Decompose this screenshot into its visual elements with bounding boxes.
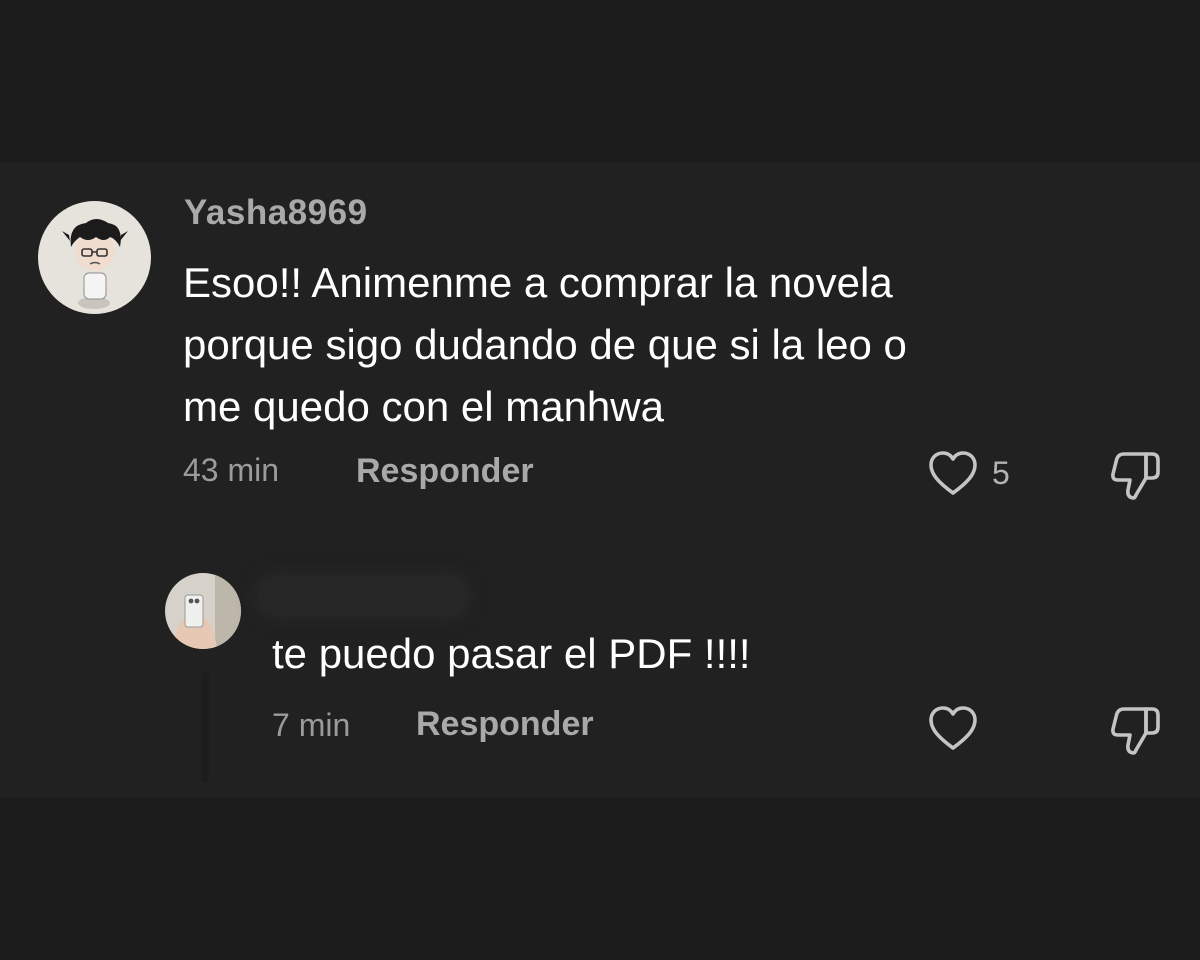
comment-text-line: porque sigo dudando de que si la leo o: [183, 321, 907, 368]
thumbs-down-icon[interactable]: [1106, 446, 1166, 502]
user-avatar[interactable]: [38, 201, 151, 314]
reply-username-redacted: [258, 576, 468, 616]
comment-text-line: me quedo con el manhwa: [183, 383, 664, 430]
heart-outline-icon[interactable]: [926, 447, 980, 501]
reply-button[interactable]: Responder: [356, 452, 534, 491]
comment-text-line: Esoo!! Animenme a comprar la novela: [183, 259, 893, 306]
heart-outline-icon[interactable]: [926, 702, 980, 756]
reply-button[interactable]: Responder: [416, 705, 594, 744]
thread-line: [201, 672, 209, 782]
reply-timestamp: 7 min: [272, 707, 351, 743]
comment-username[interactable]: Yasha8969: [184, 193, 368, 233]
comments-screen: Yasha8969 Esoo!! Animenme a comprar la n…: [0, 0, 1200, 960]
comment-text: Esoo!! Animenme a comprar la novela porq…: [183, 252, 1143, 438]
comment-timestamp: 43 min: [183, 452, 280, 488]
thumbs-down-icon[interactable]: [1106, 701, 1166, 757]
reply-text: te puedo pasar el PDF !!!!: [272, 630, 751, 677]
reply-user-avatar[interactable]: [165, 573, 241, 649]
like-count: 5: [992, 455, 1010, 491]
